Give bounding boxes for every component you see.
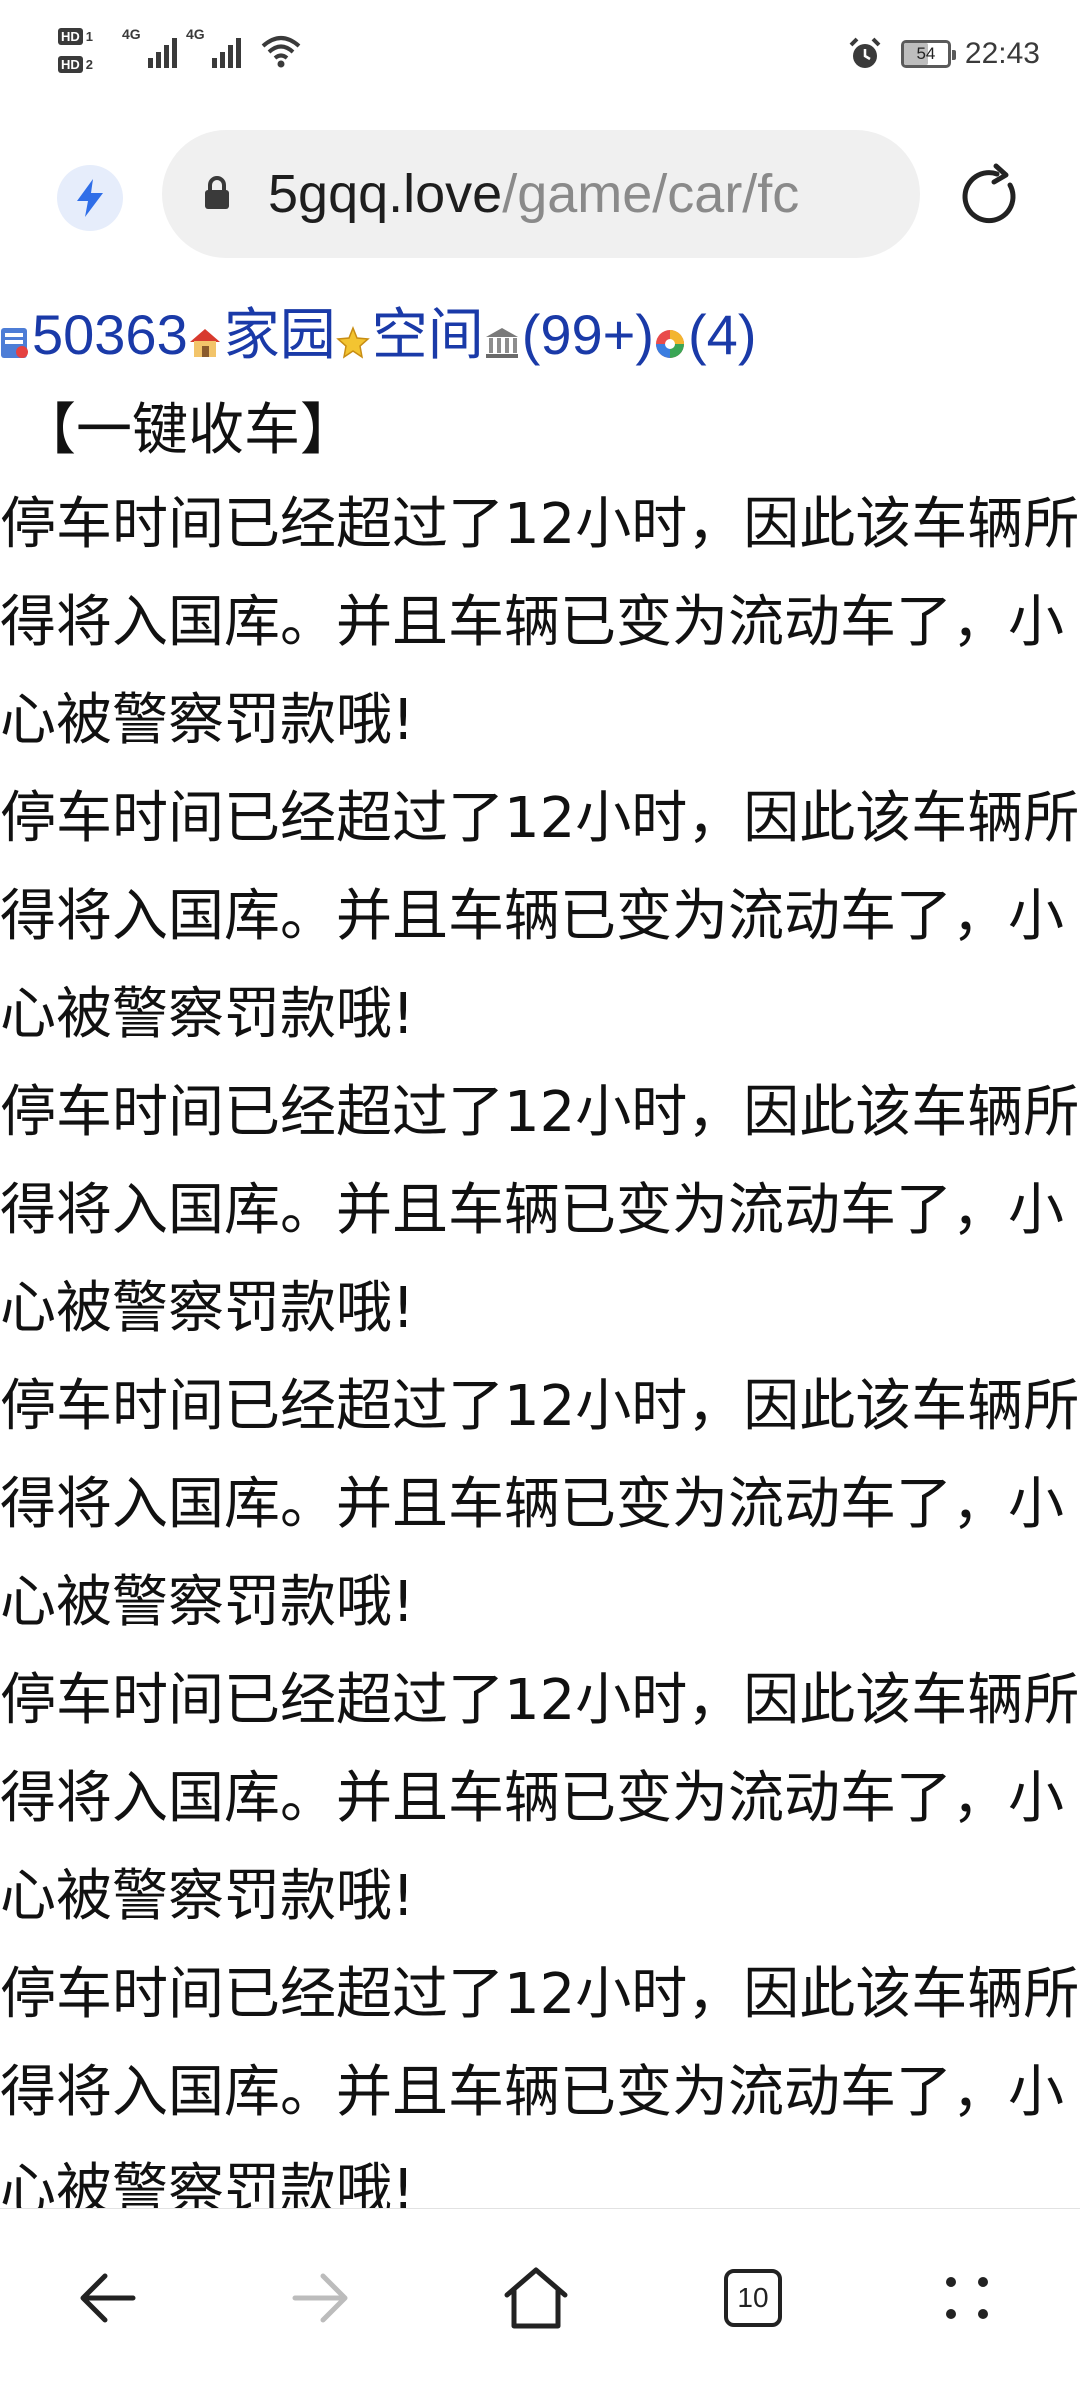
forward-button[interactable]	[276, 2253, 366, 2343]
arrow-left-icon	[80, 2273, 136, 2323]
back-button[interactable]	[62, 2253, 152, 2343]
sim2-hd-badge: HD	[58, 55, 83, 73]
menu-dots-icon	[946, 2277, 988, 2319]
home-button[interactable]	[491, 2253, 581, 2343]
lightning-icon	[77, 179, 103, 217]
arrow-right-icon	[292, 2273, 348, 2323]
message-item: 停车时间已经超过了12小时，因此该车辆所得将入国库。并且车辆已变为流动车了，小心…	[0, 492, 1080, 753]
url-text[interactable]: 5gqq.love/game/car/fc	[268, 162, 799, 226]
tab-count: 10	[724, 2269, 782, 2327]
top-nav-links: 50363 家园 空间 (99+) (4)	[0, 290, 756, 380]
sim-indicators: HD 1 HD 2	[58, 22, 114, 78]
bank-link[interactable]: (99+)	[522, 303, 654, 366]
sim1-hd-badge: HD	[58, 27, 83, 45]
sim2-number: 2	[85, 56, 94, 72]
lock-icon	[205, 176, 229, 209]
menu-button[interactable]	[922, 2253, 1012, 2343]
message-item: 停车时间已经超过了12小时，因此该车辆所得将入国库。并且车辆已变为流动车了，小心…	[0, 1080, 1080, 1341]
wifi-icon	[261, 36, 301, 68]
url-host: 5gqq.love	[268, 164, 503, 224]
sim1-number: 1	[85, 28, 94, 44]
star-icon	[335, 326, 370, 359]
page-title: 【一键收车】	[20, 398, 356, 463]
message-item: 停车时间已经超过了12小时，因此该车辆所得将入国库。并且车辆已变为流动车了，小心…	[0, 1962, 1080, 2208]
user-id-link[interactable]: 50363	[32, 303, 188, 366]
status-bar: HD 1 HD 2 4G 4G 54 22:43	[0, 0, 1080, 110]
message-item: 停车时间已经超过了12小时，因此该车辆所得将入国库。并且车辆已变为流动车了，小心…	[0, 1374, 1080, 1635]
address-bar[interactable]: 5gqq.love/game/car/fc	[162, 130, 920, 258]
home-link[interactable]: 家园	[224, 303, 336, 366]
notifications-link[interactable]: (4)	[688, 303, 756, 366]
message-list: 停车时间已经超过了12小时，因此该车辆所得将入国库。并且车辆已变为流动车了，小心…	[0, 476, 1080, 2208]
browser-bottom-nav: 10	[0, 2208, 1080, 2389]
page-content: 50363 家园 空间 (99+) (4) 【一键收车】 停车时间已经超过了12…	[0, 290, 1080, 2208]
url-path: /game/car/fc	[502, 164, 800, 224]
reload-button[interactable]	[956, 162, 1026, 232]
status-right: 54 22:43	[847, 34, 1040, 74]
battery-level-text: 54	[916, 44, 936, 63]
tabs-button[interactable]: 10	[708, 2253, 798, 2343]
user-card-icon	[1, 328, 28, 358]
color-wheel-icon	[656, 330, 685, 358]
reload-icon	[962, 163, 1016, 224]
bank-icon	[485, 328, 518, 358]
signal-icon	[148, 38, 177, 68]
signal-icon	[212, 38, 241, 68]
home-icon	[189, 329, 220, 357]
status-time: 22:43	[964, 37, 1040, 70]
message-item: 停车时间已经超过了12小时，因此该车辆所得将入国库。并且车辆已变为流动车了，小心…	[0, 786, 1080, 1047]
battery-icon: 54	[900, 40, 956, 68]
message-item: 停车时间已经超过了12小时，因此该车辆所得将入国库。并且车辆已变为流动车了，小心…	[0, 1668, 1080, 1929]
alarm-icon	[849, 37, 881, 68]
space-link[interactable]: 空间	[372, 303, 484, 366]
browser-toolbar: 5gqq.love/game/car/fc	[0, 110, 1080, 290]
house-icon	[504, 2267, 568, 2329]
quick-actions-button[interactable]	[57, 165, 123, 231]
